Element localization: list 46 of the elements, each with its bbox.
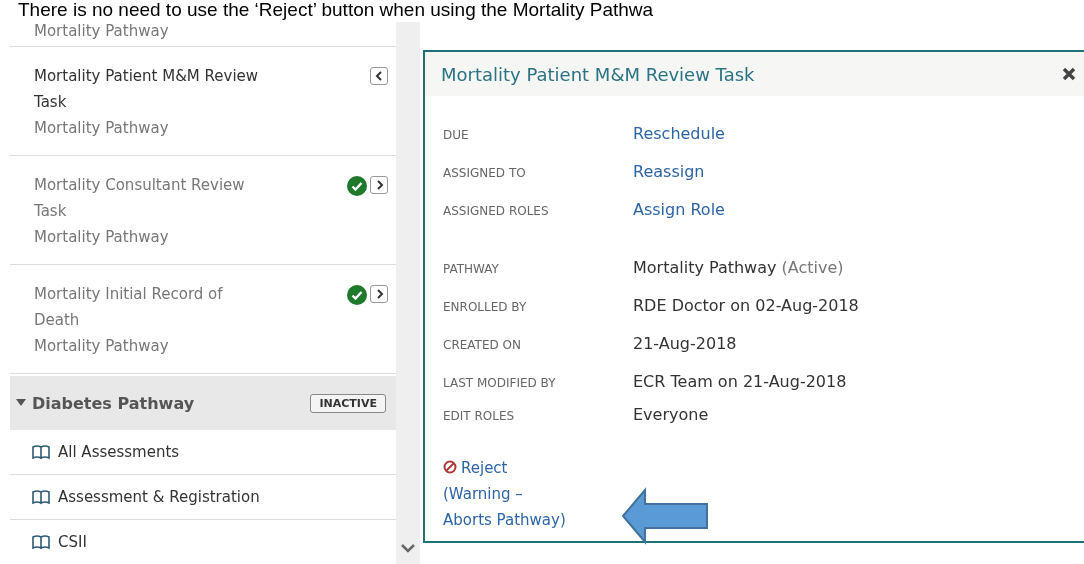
status-badge: INACTIVE — [310, 393, 386, 413]
panel-title: Mortality Patient M&M Review Task — [441, 63, 756, 85]
book-icon — [32, 489, 50, 505]
expand-button[interactable] — [370, 176, 388, 194]
chevron-right-icon — [374, 288, 384, 300]
field-value: Everyone — [633, 405, 709, 424]
field-value: RDE Doctor on 02-Aug-2018 — [633, 296, 859, 315]
chevron-left-icon — [374, 70, 384, 82]
book-icon — [32, 444, 50, 460]
field-value: ECR Team on 21-Aug-2018 — [633, 372, 847, 391]
field-value: 21-Aug-2018 — [633, 334, 737, 353]
arrow-icon — [621, 486, 711, 545]
field-label: ASSIGNED TO — [443, 166, 527, 180]
close-icon — [1062, 67, 1076, 81]
action-link[interactable]: Reassign — [633, 162, 705, 181]
expand-button[interactable] — [370, 285, 388, 303]
field-label: ASSIGNED ROLES — [443, 204, 550, 218]
assessment-item[interactable]: All Assessments — [10, 430, 396, 475]
field-value: Mortality Pathway — [633, 258, 777, 277]
field-label: DUE — [443, 128, 470, 142]
field-label: PATHWAY — [443, 262, 500, 276]
field-label: CREATED ON — [443, 338, 522, 352]
task-title[interactable]: Mortality Consultant Review Task — [34, 172, 272, 224]
status-text: (Active) — [781, 258, 844, 277]
task-pathway: Mortality Pathway — [34, 118, 170, 139]
book-icon — [32, 534, 50, 550]
collapse-button[interactable] — [370, 67, 388, 85]
task-title[interactable]: Mortality Patient M&M Review Task — [34, 63, 272, 115]
chevron-right-icon — [374, 179, 384, 191]
reject-link[interactable]: Reject (Warning – Aborts Pathway) — [443, 455, 566, 533]
group-title: Diabetes Pathway — [32, 393, 196, 413]
prohibited-icon — [443, 460, 457, 474]
field-label: EDIT ROLES — [443, 409, 516, 423]
scroll-down-icon — [400, 542, 416, 554]
task-pathway: Mortality Pathway — [34, 22, 169, 40]
task-pathway: Mortality Pathway — [34, 336, 170, 357]
action-link[interactable]: Assign Role — [633, 200, 725, 219]
action-link[interactable]: Reschedule — [633, 124, 725, 143]
group-header[interactable]: Diabetes Pathway INACTIVE — [10, 376, 396, 430]
assessment-item[interactable]: Assessment & Registration — [10, 475, 396, 520]
field-label: LAST MODIFIED BY — [443, 376, 557, 390]
task-pathway: Mortality Pathway — [34, 227, 170, 248]
task-title[interactable]: Mortality Initial Record of Death — [34, 281, 272, 333]
field-label: ENROLLED BY — [443, 300, 528, 314]
close-button[interactable] — [1062, 67, 1076, 81]
caption-text: There is no need to use the ‘Reject’ button when using the Mortality Pathwa — [17, 0, 655, 20]
